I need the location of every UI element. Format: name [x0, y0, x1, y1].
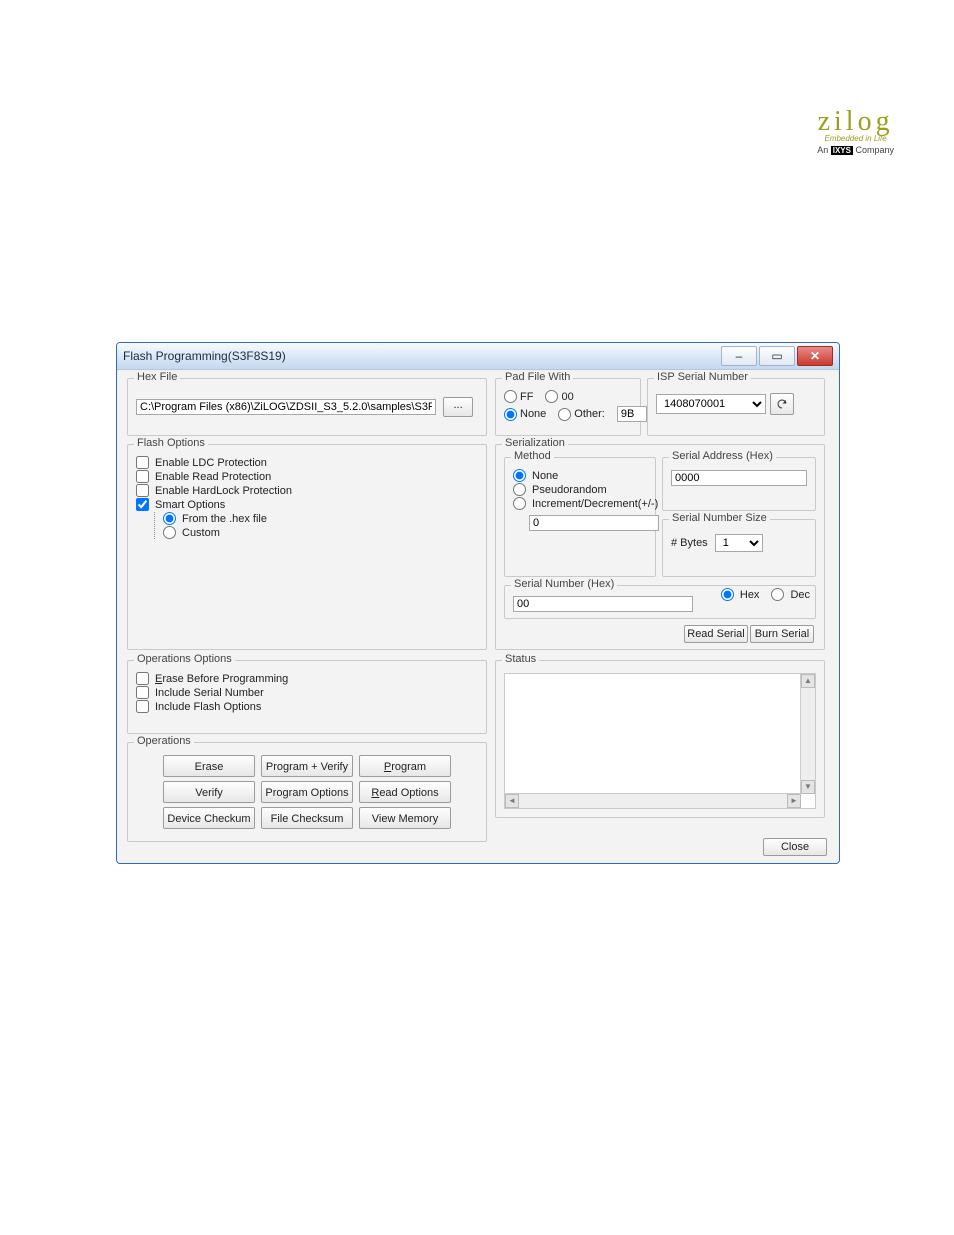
operations-options-group: Operations Options Erase Before Programm… [127, 660, 487, 734]
sn-format-hex-radio[interactable]: Hex [721, 588, 760, 601]
isp-legend: ISP Serial Number [654, 371, 751, 383]
operations-group: Operations Erase Program + Verify Progra… [127, 742, 487, 842]
program-button[interactable]: Program [359, 755, 451, 777]
sn-format-dec-radio[interactable]: Dec [771, 588, 810, 601]
isp-refresh-button[interactable] [770, 393, 794, 415]
read-options-button[interactable]: Read Options [359, 781, 451, 803]
logo-subbrand: An IXYS Company [817, 145, 894, 155]
enable-read-checkbox[interactable]: Enable Read Protection [136, 470, 478, 483]
pad-ff-radio[interactable]: FF [504, 390, 533, 403]
minimize-button[interactable]: – [721, 346, 757, 366]
smart-options-checkbox[interactable]: Smart Options [136, 498, 478, 511]
brand-logo: zilog Embedded in Life An IXYS Company [817, 106, 894, 155]
method-incdec-radio[interactable]: Increment/Decrement(+/-) [513, 497, 647, 510]
method-group: Method None Pseudorandom Increment/Decre… [504, 457, 656, 577]
include-serial-checkbox[interactable]: Include Serial Number [136, 686, 478, 699]
view-memory-button[interactable]: View Memory [359, 807, 451, 829]
titlebar[interactable]: Flash Programming(S3F8S19) – ▭ ✕ [117, 343, 839, 370]
sn-hex-input[interactable] [513, 596, 693, 612]
flash-options-group: Flash Options Enable LDC Protection Enab… [127, 444, 487, 650]
pad-file-group: Pad File With FF 00 None Other: [495, 378, 641, 436]
erase-before-checkbox[interactable]: Erase Before Programming [136, 672, 478, 685]
sn-size-legend: Serial Number Size [669, 512, 770, 524]
scroll-left-icon[interactable]: ◄ [505, 794, 519, 808]
program-verify-button[interactable]: Program + Verify [261, 755, 353, 777]
flash-options-legend: Flash Options [134, 437, 208, 449]
pad-file-legend: Pad File With [502, 371, 573, 383]
scroll-up-icon[interactable]: ▲ [801, 674, 815, 688]
scroll-down-icon[interactable]: ▼ [801, 780, 815, 794]
isp-serial-group: ISP Serial Number 1408070001 [647, 378, 825, 436]
pad-other-radio[interactable]: Other: [558, 407, 605, 421]
scroll-right-icon[interactable]: ► [787, 794, 801, 808]
status-vertical-scrollbar[interactable]: ▲ ▼ [800, 674, 815, 794]
include-flash-options-checkbox[interactable]: Include Flash Options [136, 700, 478, 713]
refresh-icon [776, 398, 788, 410]
erase-button[interactable]: Erase [163, 755, 255, 777]
method-pseudorandom-radio[interactable]: Pseudorandom [513, 483, 647, 496]
flash-programming-dialog: Flash Programming(S3F8S19) – ▭ ✕ Hex Fil… [116, 342, 840, 864]
serialization-group: Serialization Method None Pseudorandom I… [495, 444, 825, 650]
hex-file-group: Hex File ... [127, 378, 487, 436]
enable-ldc-checkbox[interactable]: Enable LDC Protection [136, 456, 478, 469]
file-checksum-button[interactable]: File Checksum [261, 807, 353, 829]
sn-size-select[interactable]: 1 [715, 534, 763, 552]
pad-none-radio[interactable]: None [504, 407, 546, 421]
smart-from-hex-radio[interactable]: From the .hex file [163, 512, 478, 525]
serial-address-legend: Serial Address (Hex) [669, 450, 776, 462]
incdec-value-input[interactable] [529, 515, 659, 531]
status-textarea[interactable]: ▲ ▼ ◄ ► [504, 673, 816, 809]
smart-custom-radio[interactable]: Custom [163, 526, 478, 539]
isp-serial-select[interactable]: 1408070001 [656, 394, 766, 414]
status-legend: Status [502, 653, 539, 665]
serial-address-input[interactable] [671, 470, 807, 486]
serial-number-size-group: Serial Number Size # Bytes 1 [662, 519, 816, 577]
status-horizontal-scrollbar[interactable]: ◄ ► [505, 793, 801, 808]
enable-hardlock-checkbox[interactable]: Enable HardLock Protection [136, 484, 478, 497]
burn-serial-button[interactable]: Burn Serial [750, 625, 814, 643]
pad-00-radio[interactable]: 00 [545, 390, 573, 403]
hex-file-path-input[interactable] [136, 399, 436, 415]
program-options-button[interactable]: Program Options [261, 781, 353, 803]
sn-hex-legend: Serial Number (Hex) [511, 578, 617, 590]
serial-address-group: Serial Address (Hex) [662, 457, 816, 511]
serialization-legend: Serialization [502, 437, 568, 449]
method-legend: Method [511, 450, 554, 462]
hex-file-legend: Hex File [134, 371, 180, 383]
read-serial-button[interactable]: Read Serial [684, 625, 748, 643]
window-title: Flash Programming(S3F8S19) [123, 349, 719, 363]
close-window-button[interactable]: ✕ [797, 346, 833, 366]
status-group: Status ▲ ▼ ◄ ► [495, 660, 825, 818]
sn-size-label: # Bytes [671, 537, 708, 549]
maximize-button[interactable]: ▭ [759, 346, 795, 366]
operations-options-legend: Operations Options [134, 653, 235, 665]
pad-other-input[interactable] [617, 406, 647, 422]
logo-tagline: Embedded in Life [817, 134, 894, 143]
operations-legend: Operations [134, 735, 194, 747]
close-button[interactable]: Close [763, 838, 827, 856]
verify-button[interactable]: Verify [163, 781, 255, 803]
method-none-radio[interactable]: None [513, 469, 647, 482]
device-checksum-button[interactable]: Device Checkum [163, 807, 255, 829]
browse-hex-button[interactable]: ... [443, 397, 473, 417]
